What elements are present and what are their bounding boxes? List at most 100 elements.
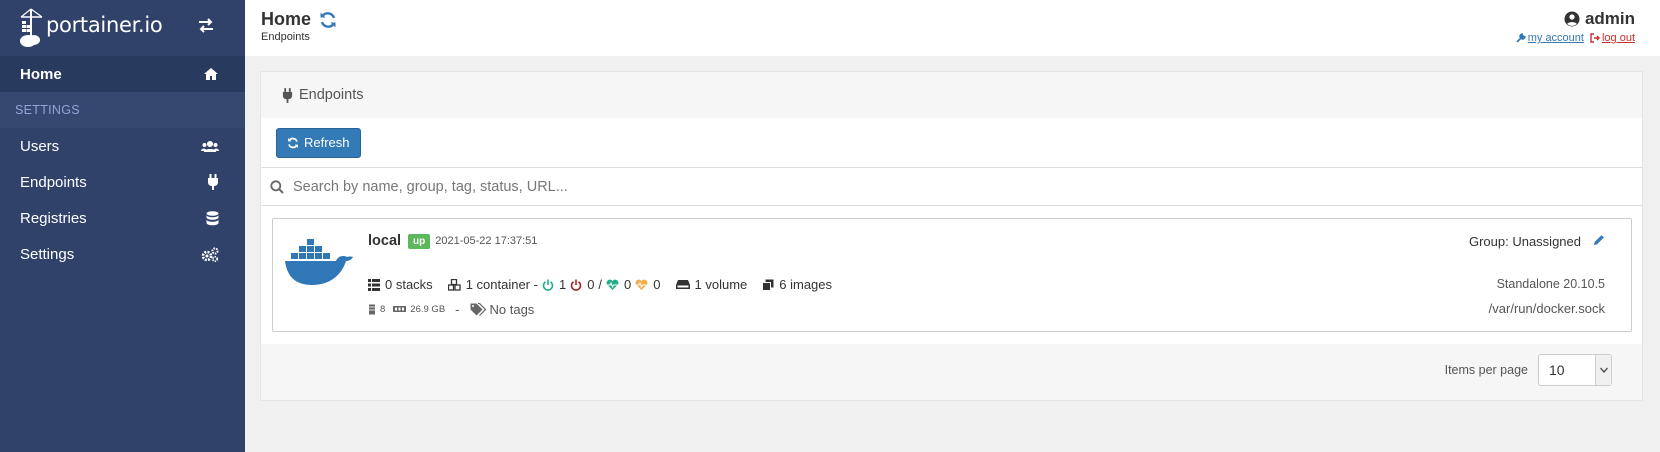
edit-pencil-icon[interactable] bbox=[1593, 234, 1605, 249]
items-per-page-select[interactable]: 10 bbox=[1538, 354, 1612, 386]
search-input[interactable] bbox=[293, 178, 893, 195]
log-out-label: log out bbox=[1601, 32, 1635, 44]
sign-out-icon bbox=[1590, 33, 1600, 43]
sidebar-section-settings: SETTINGS bbox=[0, 92, 245, 128]
healthy-count: 0 bbox=[624, 277, 632, 292]
username-text: admin bbox=[1584, 9, 1635, 28]
tags-icon bbox=[470, 303, 486, 316]
plug-icon bbox=[282, 87, 293, 103]
unhealthy-count: 0 bbox=[653, 277, 661, 292]
meta-dash: - bbox=[455, 302, 460, 317]
stopped-count: 0 bbox=[587, 277, 595, 292]
endpoint-name-text: local bbox=[368, 233, 402, 249]
endpoint-group: Group: Unassigned bbox=[1469, 234, 1605, 249]
refresh-button[interactable]: Refresh bbox=[276, 127, 361, 158]
sidebar-item-label: Settings bbox=[20, 245, 75, 263]
power-off-icon bbox=[570, 279, 582, 291]
database-icon bbox=[206, 210, 219, 226]
sidebar: portainer.io Home SETTINGS Users Endpoin… bbox=[0, 0, 245, 452]
items-per-page-label: Items per page bbox=[1444, 363, 1528, 377]
cubes-icon bbox=[447, 278, 461, 291]
endpoint-stats: 0 stacks 1 container - 1 0 / 0 0 1 volum… bbox=[368, 277, 847, 292]
home-icon bbox=[203, 67, 219, 81]
sidebar-item-label: Home bbox=[20, 65, 62, 83]
separator: / bbox=[598, 277, 603, 292]
endpoint-url: /var/run/docker.sock bbox=[1488, 301, 1605, 316]
endpoints-panel: Endpoints Refresh Search by name, group,… bbox=[260, 71, 1643, 401]
sidebar-item-settings[interactable]: Settings bbox=[0, 236, 245, 272]
sidebar-item-label: Users bbox=[20, 137, 60, 155]
containers-stat: 1 container - bbox=[447, 277, 538, 292]
unhealthy-stat: 0 bbox=[635, 277, 661, 292]
brand: portainer.io bbox=[0, 0, 245, 56]
refresh-button-label: Refresh bbox=[304, 135, 350, 150]
sidebar-item-label: Registries bbox=[20, 209, 87, 227]
log-out-link[interactable]: log out bbox=[1590, 32, 1635, 44]
search-bar bbox=[261, 168, 1642, 206]
clone-icon bbox=[762, 279, 774, 291]
user-box: admin my account log out bbox=[1516, 9, 1635, 44]
images-text: 6 images bbox=[779, 277, 833, 292]
th-list-icon bbox=[368, 278, 380, 291]
refresh-icon bbox=[288, 137, 298, 148]
chevron-down-icon bbox=[1595, 355, 1611, 385]
refresh-icon[interactable] bbox=[319, 11, 337, 29]
volumes-text: 1 volume bbox=[694, 277, 748, 292]
sidebar-item-endpoints[interactable]: Endpoints bbox=[0, 164, 245, 200]
running-stat: 1 bbox=[542, 277, 566, 292]
portainer-logo[interactable]: portainer.io bbox=[18, 7, 163, 49]
sidebar-item-label: Endpoints bbox=[20, 173, 87, 191]
portainer-crane-icon bbox=[20, 8, 43, 47]
search-icon bbox=[270, 179, 284, 194]
user-name: admin bbox=[1516, 9, 1635, 29]
my-account-label: my account bbox=[1527, 32, 1584, 44]
power-on-icon bbox=[542, 279, 554, 291]
sidebar-item-users[interactable]: Users bbox=[0, 128, 245, 164]
page-title-text: Home bbox=[261, 9, 312, 29]
sidebar-item-home[interactable]: Home bbox=[0, 56, 245, 92]
endpoint-meta: 8 26.9 GB - No tags bbox=[368, 302, 534, 317]
page-title: Home bbox=[261, 9, 337, 30]
hdd-icon bbox=[675, 280, 690, 289]
user-links: my account log out bbox=[1516, 32, 1635, 44]
plug-icon bbox=[207, 174, 219, 190]
memory-icon bbox=[393, 306, 407, 312]
top-header: Home Endpoints admin my account log out bbox=[245, 0, 1660, 56]
items-per-page: Items per page 10 bbox=[1445, 354, 1612, 386]
volumes-stat: 1 volume bbox=[675, 277, 748, 292]
panel-toolbar: Refresh bbox=[261, 118, 1642, 168]
logo-text: portainer.io bbox=[46, 13, 163, 37]
containers-text: 1 container - bbox=[465, 277, 538, 292]
endpoint-name: local up 2021-05-22 17:37:51 bbox=[368, 233, 537, 249]
tags-text: No tags bbox=[489, 302, 535, 317]
wrench-icon bbox=[1516, 33, 1526, 43]
heartbeat-unhealthy-icon bbox=[635, 279, 648, 290]
cpu-count: 8 bbox=[380, 304, 386, 315]
my-account-link[interactable]: my account bbox=[1516, 32, 1584, 44]
panel-footer: Items per page 10 bbox=[261, 344, 1642, 400]
running-count: 1 bbox=[558, 277, 567, 292]
docker-logo-icon bbox=[284, 235, 354, 296]
status-badge: up bbox=[408, 233, 431, 249]
images-stat: 6 images bbox=[762, 277, 832, 292]
stacks-text: 0 stacks bbox=[385, 277, 433, 292]
sidebar-item-registries[interactable]: Registries bbox=[0, 200, 245, 236]
panel-title: Endpoints bbox=[299, 87, 364, 103]
cogs-icon bbox=[201, 246, 219, 262]
cpu-icon bbox=[368, 304, 376, 315]
endpoint-version: Standalone 20.10.5 bbox=[1496, 277, 1605, 291]
items-per-page-value: 10 bbox=[1549, 362, 1565, 378]
group-label: Group: Unassigned bbox=[1468, 234, 1581, 249]
memory-size: 26.9 GB bbox=[410, 304, 446, 315]
endpoint-card[interactable]: local up 2021-05-22 17:37:51 Group: Unas… bbox=[272, 218, 1632, 332]
stopped-stat: 0 bbox=[570, 277, 594, 292]
breadcrumb: Endpoints bbox=[261, 31, 310, 43]
healthy-stat: 0 bbox=[606, 277, 631, 292]
stacks-stat: 0 stacks bbox=[368, 277, 433, 292]
sidebar-toggle-icon[interactable] bbox=[197, 18, 215, 39]
users-icon bbox=[201, 140, 219, 153]
panel-header: Endpoints bbox=[261, 72, 1642, 118]
user-circle-icon bbox=[1564, 11, 1580, 27]
heartbeat-healthy-icon bbox=[606, 279, 619, 290]
endpoint-date: 2021-05-22 17:37:51 bbox=[435, 235, 538, 247]
